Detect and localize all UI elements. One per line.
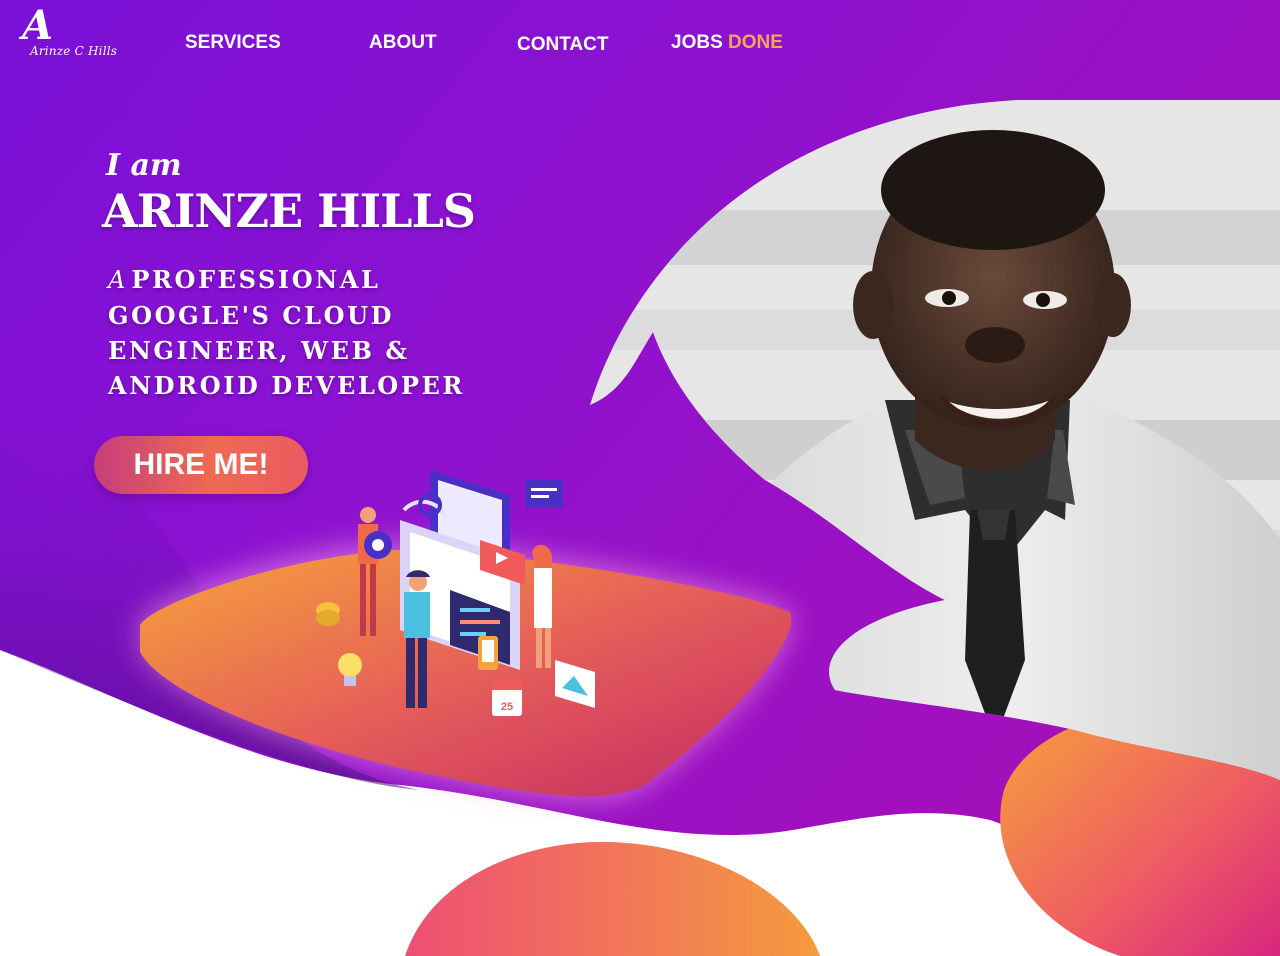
hero-tagline: A PROFESSIONAL GOOGLE'S CLOUD ENGINEER, W… (108, 262, 488, 403)
hero-intro: I am (106, 148, 182, 183)
logo-monogram: A (22, 2, 54, 49)
hero-name: ARINZE HILLS (102, 184, 476, 238)
nav-done-word: DONE (728, 32, 783, 53)
orange-blob-bottom (405, 841, 820, 956)
nav-link-services[interactable]: SERVICES (185, 32, 281, 54)
svg-text:25: 25 (501, 701, 513, 713)
phone-icon (478, 636, 498, 670)
site-logo[interactable]: A Arinze C Hills (16, 2, 136, 62)
logo-wordmark: Arinze C Hills (30, 44, 118, 58)
tagline-text: PROFESSIONAL GOOGLE'S CLOUD ENGINEER, WE… (108, 265, 465, 400)
tagline-prefix: A (108, 266, 126, 294)
nav-link-about[interactable]: ABOUT (369, 32, 437, 54)
nav-jobs-word: JOBS (671, 32, 723, 53)
hero-illustration: 25 (140, 470, 792, 801)
landing-page: 25 A Arinze C Hills SERVICES ABOUT CONTA… (0, 0, 1280, 956)
coin-icon (316, 602, 340, 626)
nav-link-contact[interactable]: CONTACT (517, 34, 608, 56)
calendar-icon: 25 (492, 680, 522, 716)
nav-link-jobs-done[interactable]: JOBS DONE (671, 32, 783, 54)
hire-me-button[interactable]: HIRE ME! (94, 436, 308, 494)
